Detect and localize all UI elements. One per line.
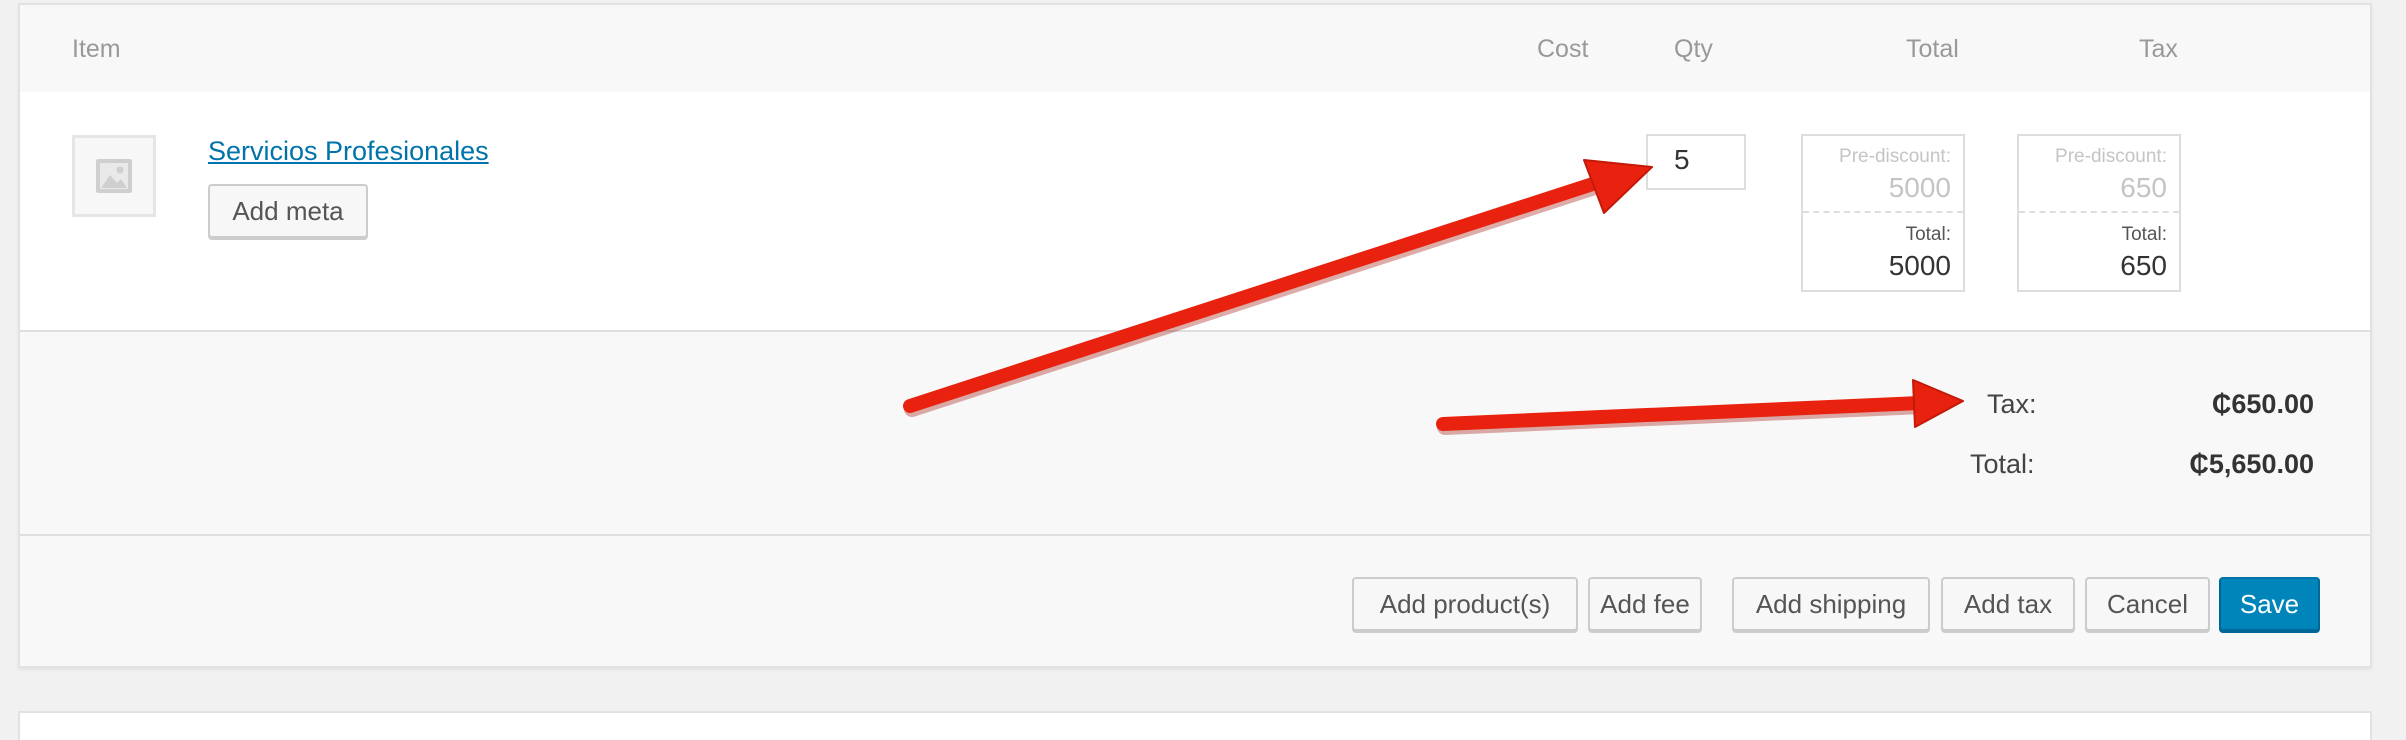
add-products-button[interactable]: Add product(s) (1352, 577, 1578, 631)
header-qty: Qty (1674, 35, 1713, 63)
total-value[interactable]: 5000 (1889, 250, 1951, 282)
header-tax: Tax (2139, 35, 2178, 63)
order-actions: Add product(s) Add fee Add shipping Add … (20, 536, 2370, 666)
line-item-row: Servicios Profesionales Add meta 5 Pre-d… (20, 92, 2370, 332)
line-tax-box: Pre-discount: 650 Total: 650 (2017, 134, 2181, 292)
header-total: Total (1906, 35, 1959, 63)
items-table-header: Item Cost Qty Total Tax (20, 5, 2370, 92)
order-tax-value: ₵650.00 (2211, 389, 2314, 419)
item-thumbnail (72, 135, 156, 217)
pre-discount-value[interactable]: 5000 (1889, 172, 1951, 204)
add-tax-button[interactable]: Add tax (1941, 577, 2075, 631)
tax-total-value[interactable]: 650 (2120, 250, 2167, 282)
cancel-button[interactable]: Cancel (2085, 577, 2210, 631)
tax-pre-discount-label: Pre-discount: (2055, 146, 2167, 167)
order-items-panel: Item Cost Qty Total Tax Servicios Profes… (18, 3, 2372, 668)
total-label: Total: (1905, 224, 1951, 245)
item-name-link[interactable]: Servicios Profesionales (208, 136, 489, 167)
image-placeholder-icon (96, 159, 132, 193)
add-meta-button[interactable]: Add meta (208, 184, 368, 238)
tax-pre-discount-value[interactable]: 650 (2120, 172, 2167, 204)
line-tax-pre-discount: Pre-discount: 650 (2019, 136, 2179, 213)
line-total-pre-discount: Pre-discount: 5000 (1803, 136, 1963, 213)
next-panel (18, 711, 2372, 740)
header-cost: Cost (1537, 35, 1589, 63)
add-fee-button[interactable]: Add fee (1588, 577, 1702, 631)
pre-discount-label: Pre-discount: (1839, 146, 1951, 167)
order-total-label: Total: (1970, 449, 2035, 479)
order-tax-label: Tax: (1987, 389, 2037, 419)
order-totals: Tax: ₵650.00 Total: ₵5,650.00 (20, 332, 2370, 536)
add-shipping-button[interactable]: Add shipping (1732, 577, 1930, 631)
line-total-box: Pre-discount: 5000 Total: 5000 (1801, 134, 1965, 292)
save-button[interactable]: Save (2219, 577, 2320, 631)
quantity-input[interactable]: 5 (1646, 134, 1746, 190)
header-item: Item (72, 35, 121, 63)
order-total-value: ₵5,650.00 (2189, 449, 2314, 479)
tax-total-label: Total: (2121, 224, 2167, 245)
